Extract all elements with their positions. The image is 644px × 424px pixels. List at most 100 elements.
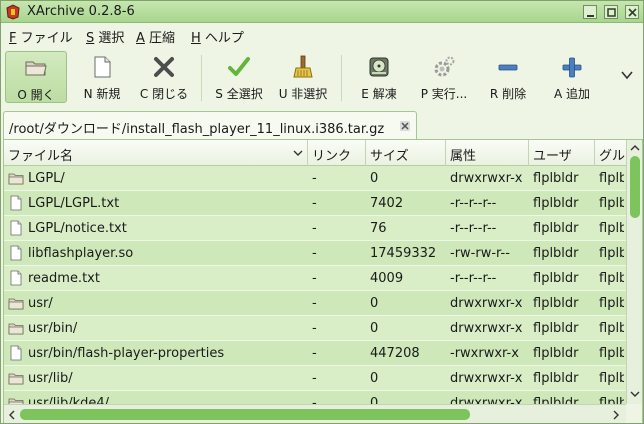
close-archive-button-label: C 閉じる <box>139 87 189 101</box>
menu-compress[interactable]: A 圧縮 <box>136 27 175 46</box>
horizontal-scroll-thumb[interactable] <box>20 409 470 420</box>
scroll-down-icon[interactable] <box>629 388 641 400</box>
cell-size: 76 <box>370 221 387 236</box>
extract-button[interactable]: E 解凍 <box>347 51 411 103</box>
close-icon <box>628 8 637 17</box>
folder-icon <box>8 173 24 185</box>
cell-user: flplbldr <box>533 346 579 361</box>
close-window-button[interactable] <box>625 5 639 19</box>
minimize-button[interactable] <box>583 5 597 19</box>
file-row[interactable]: usr/bin/ - 0 drwxrwxr-x flplbldr flplb <box>4 316 626 341</box>
title-bar[interactable]: XArchive 0.2.8-6 <box>1 1 643 23</box>
column-user[interactable]: ユーザ <box>529 140 595 166</box>
column-group-label: グル <box>599 149 626 164</box>
scroll-left-icon[interactable] <box>6 409 18 421</box>
cell-attributes: drwxrwxr-x <box>450 296 523 311</box>
cell-user: flplbldr <box>533 196 579 211</box>
folder-icon <box>8 298 24 310</box>
cell-size: 0 <box>370 296 379 311</box>
app-icon <box>6 4 20 20</box>
cell-link: - <box>312 171 317 186</box>
xarchive-window: XArchive 0.2.8-6 F ファイル S 選択 A 圧縮 H ヘルプ … <box>0 0 644 424</box>
column-group[interactable]: グル <box>595 140 626 166</box>
file-row[interactable]: usr/lib/ - 0 drwxrwxr-x flplbldr flplb <box>4 366 626 391</box>
execute-button[interactable]: P 実行... <box>413 51 475 103</box>
cell-group: flplb <box>599 346 624 361</box>
vertical-scrollbar[interactable] <box>626 140 642 404</box>
deselect-button[interactable]: U 非選択 <box>271 51 335 103</box>
column-link-label: リンク <box>312 149 352 164</box>
menu-select[interactable]: S 選択 <box>86 27 124 46</box>
cell-link: - <box>312 221 317 236</box>
menu-help[interactable]: H ヘルプ <box>191 27 244 46</box>
cell-link: - <box>312 371 317 386</box>
file-icon <box>10 195 22 211</box>
new-document-icon <box>94 56 111 78</box>
cell-attributes: -r--r--r-- <box>450 271 497 286</box>
close-archive-button[interactable]: C 閉じる <box>133 51 195 103</box>
column-filename[interactable]: ファイル名 <box>4 140 308 166</box>
toolbar-separator <box>341 55 342 101</box>
file-row[interactable]: libflashplayer.so - 17459332 -rw-rw-r-- flpl… <box>4 241 626 266</box>
menu-file-label: ファイル <box>16 31 73 46</box>
cell-filename: readme.txt <box>28 271 100 286</box>
folder-icon <box>8 323 24 335</box>
cell-size: 17459332 <box>370 246 437 261</box>
toolbar-overflow-chevron-icon[interactable] <box>619 67 635 83</box>
window-title: XArchive 0.2.8-6 <box>27 4 135 19</box>
file-row[interactable]: readme.txt - 4009 -r--r--r-- flplbldr flplb <box>4 266 626 291</box>
cell-attributes: drwxrwxr-x <box>450 321 523 336</box>
cell-group: flplb <box>599 271 624 286</box>
tab-archive[interactable]: /root/ダウンロード/install_flash_player_11_lin… <box>3 111 417 139</box>
column-size[interactable]: サイズ <box>366 140 446 166</box>
file-list: ファイル名 リンク サイズ 属性 ユーザ グル LGPL/ - 0 drwxrwxr-… <box>3 139 643 423</box>
new-button[interactable]: N 新規 <box>71 51 133 103</box>
archive-tabs: /root/ダウンロード/install_flash_player_11_lin… <box>1 109 643 139</box>
delete-button[interactable]: R 削除 <box>477 51 539 103</box>
cell-attributes: -rw-rw-r-- <box>450 246 510 261</box>
cell-link: - <box>312 321 317 336</box>
file-icon <box>10 220 22 236</box>
column-user-label: ユーザ <box>533 149 572 164</box>
cell-size: 7402 <box>370 196 404 211</box>
column-link[interactable]: リンク <box>308 140 366 166</box>
scroll-right-icon[interactable] <box>610 409 622 421</box>
menu-help-mnemonic: H <box>191 31 201 46</box>
close-x-icon <box>154 57 174 77</box>
cell-attributes: -r--r--r-- <box>450 221 497 236</box>
select-all-button[interactable]: S 全選択 <box>207 51 271 103</box>
cell-filename: LGPL/notice.txt <box>28 221 127 236</box>
file-icon <box>10 270 22 286</box>
cell-filename: usr/bin/flash-player-properties <box>28 346 225 361</box>
add-button[interactable]: A 追加 <box>541 51 603 103</box>
cell-link: - <box>312 296 317 311</box>
file-row[interactable]: LGPL/ - 0 drwxrwxr-x flplbldr flplb <box>4 166 626 191</box>
cell-filename: usr/bin/ <box>28 321 78 336</box>
maximize-button[interactable] <box>604 5 618 19</box>
select-all-button-label: S 全選択 <box>215 87 263 101</box>
cell-attributes: drwxrwxr-x <box>450 371 523 386</box>
cell-link: - <box>312 346 317 361</box>
cell-group: flplb <box>599 171 624 186</box>
column-size-label: サイズ <box>370 149 409 164</box>
scroll-up-icon[interactable] <box>629 142 641 154</box>
tab-archive-label: /root/ダウンロード/install_flash_player_11_lin… <box>9 122 385 137</box>
cell-user: flplbldr <box>533 371 579 386</box>
file-row[interactable]: LGPL/notice.txt - 76 -r--r--r-- flplbldr flpl… <box>4 216 626 241</box>
tab-close-icon[interactable] <box>399 120 411 132</box>
file-row[interactable]: usr/ - 0 drwxrwxr-x flplbldr flplb <box>4 291 626 316</box>
toolbar: O 開く N 新規 C 閉じる S 全選択 U 非選択 E 解凍 P 実行...… <box>1 47 643 107</box>
file-row[interactable]: usr/bin/flash-player-properties - 447208 -r… <box>4 341 626 366</box>
vertical-scroll-thumb[interactable] <box>630 156 640 218</box>
column-attributes[interactable]: 属性 <box>446 140 529 166</box>
toolbar-separator <box>201 55 202 101</box>
menu-file[interactable]: F ファイル <box>9 27 73 46</box>
cell-group: flplb <box>599 321 624 336</box>
folder-open-icon <box>25 61 47 76</box>
open-button[interactable]: O 開く <box>5 51 67 103</box>
file-row[interactable]: LGPL/LGPL.txt - 7402 -r--r--r-- flplbldr flpl… <box>4 191 626 216</box>
horizontal-scrollbar[interactable] <box>4 404 626 423</box>
cell-attributes: -r--r--r-- <box>450 196 497 211</box>
cell-group: flplb <box>599 221 624 236</box>
cell-user: flplbldr <box>533 221 579 236</box>
